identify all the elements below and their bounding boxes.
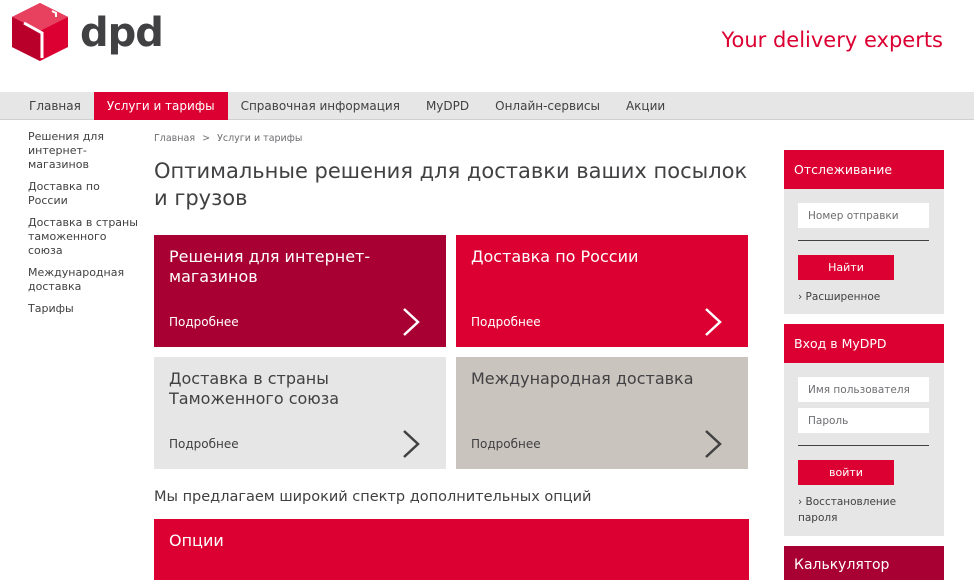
username-input[interactable] bbox=[798, 377, 929, 402]
password-recovery-link[interactable]: › Восстановление пароля bbox=[798, 494, 938, 526]
track-button[interactable]: Найти bbox=[798, 255, 894, 280]
nav-item-promo[interactable]: Акции bbox=[613, 92, 678, 120]
advanced-tracking-label: Расширенное bbox=[805, 291, 881, 303]
tagline: Your delivery experts bbox=[721, 28, 943, 52]
tile-more-link[interactable]: Подробнее bbox=[471, 315, 541, 329]
tile-customs-union[interactable]: Доставка в страны Таможенного союза Подр… bbox=[154, 357, 446, 469]
tracking-number-input[interactable] bbox=[798, 203, 929, 228]
header: dpd Your delivery experts bbox=[0, 0, 974, 92]
nav-item-info[interactable]: Справочная информация bbox=[228, 92, 413, 120]
tile-title: Доставка в страны Таможенного союза bbox=[169, 369, 340, 408]
tile-russia[interactable]: Доставка по России Подробнее bbox=[456, 235, 748, 347]
nav-item-mydpd[interactable]: MyDPD bbox=[413, 92, 482, 120]
options-tile[interactable]: Опции bbox=[154, 519, 749, 580]
sidebar: Решения для интернет-магазинов Доставка … bbox=[28, 130, 140, 324]
chevron-right-icon bbox=[705, 308, 722, 336]
login-panel: Вход в MyDPD войти › Восстановление паро… bbox=[784, 324, 944, 536]
advanced-tracking-link[interactable]: › Расширенное bbox=[798, 289, 938, 305]
password-input[interactable] bbox=[798, 408, 929, 433]
tile-more-link[interactable]: Подробнее bbox=[169, 315, 239, 329]
tracking-panel: Отслеживание Найти › Расширенное bbox=[784, 150, 944, 314]
password-recovery-label: Восстановление пароля bbox=[798, 496, 897, 524]
main-nav: Главная Услуги и тарифы Справочная инфор… bbox=[0, 92, 974, 120]
tile-title: Международная доставка bbox=[471, 369, 694, 388]
tile-title: Решения для интернет-магазинов bbox=[169, 247, 371, 286]
tile-ecommerce[interactable]: Решения для интернет-магазинов Подробнее bbox=[154, 235, 446, 347]
nav-item-online[interactable]: Онлайн-сервисы bbox=[482, 92, 613, 120]
nav-item-services[interactable]: Услуги и тарифы bbox=[93, 92, 228, 120]
tile-international[interactable]: Международная доставка Подробнее bbox=[456, 357, 748, 469]
tracking-title: Отслеживание bbox=[784, 150, 944, 189]
dpd-logo-cube-icon[interactable] bbox=[12, 3, 68, 61]
breadcrumb-current: Услуги и тарифы bbox=[217, 133, 303, 144]
divider bbox=[798, 445, 929, 446]
sidebar-item-ecommerce[interactable]: Решения для интернет-магазинов bbox=[28, 130, 140, 172]
breadcrumb-separator: > bbox=[202, 133, 211, 144]
nav-item-home[interactable]: Главная bbox=[16, 92, 94, 120]
logo-text[interactable]: dpd bbox=[80, 10, 164, 56]
login-button[interactable]: войти bbox=[798, 460, 894, 485]
options-title: Опции bbox=[169, 531, 224, 550]
tile-more-link[interactable]: Подробнее bbox=[169, 437, 239, 451]
login-title: Вход в MyDPD bbox=[784, 324, 944, 363]
offer-text: Мы предлагаем широкий спектр дополнитель… bbox=[154, 489, 592, 505]
chevron-right-icon bbox=[403, 430, 420, 458]
calculator-title: Калькулятор bbox=[784, 546, 944, 580]
tile-more-link[interactable]: Подробнее bbox=[471, 437, 541, 451]
divider bbox=[798, 240, 929, 241]
breadcrumb-home[interactable]: Главная bbox=[154, 133, 195, 144]
chevron-right-icon bbox=[705, 430, 722, 458]
chevron-right-icon bbox=[403, 308, 420, 336]
sidebar-item-international[interactable]: Международная доставка bbox=[28, 266, 140, 294]
tile-title: Доставка по России bbox=[471, 247, 639, 266]
sidebar-item-tariffs[interactable]: Тарифы bbox=[28, 302, 140, 316]
sidebar-item-customs-union[interactable]: Доставка в страны таможенного союза bbox=[28, 216, 140, 258]
sidebar-item-russia[interactable]: Доставка по России bbox=[28, 180, 140, 208]
breadcrumb: Главная > Услуги и тарифы bbox=[154, 133, 306, 144]
calculator-panel[interactable]: Калькулятор bbox=[784, 546, 944, 580]
page-title: Оптимальные решения для доставки ваших п… bbox=[154, 159, 748, 210]
